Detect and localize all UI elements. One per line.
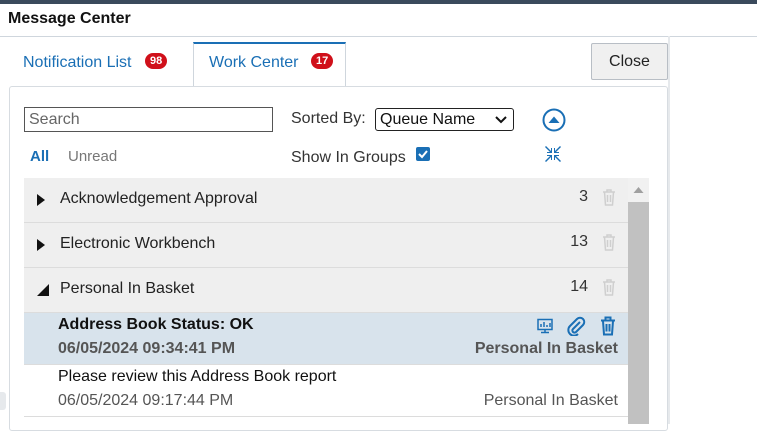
tab-notification-list[interactable]: Notification List 98 [10, 42, 193, 86]
tab-work-center[interactable]: Work Center 17 [193, 42, 346, 86]
scroll-up-circle-icon[interactable] [542, 108, 566, 132]
sort-select[interactable]: Queue Name [375, 108, 514, 131]
collapse-arrows-icon[interactable] [544, 145, 562, 163]
group-count: 3 [579, 188, 588, 205]
panel-edge [668, 36, 670, 424]
group-row[interactable]: Acknowledgement Approval 3 [24, 178, 628, 223]
group-name: Personal In Basket [60, 280, 195, 297]
tab-label: Notification List [23, 54, 132, 71]
title-bar: Message Center [0, 4, 757, 37]
chevron-down-icon [495, 113, 507, 131]
trash-icon[interactable] [602, 188, 616, 211]
side-handle[interactable] [0, 392, 6, 410]
close-button[interactable]: Close [591, 43, 668, 80]
message-list: Acknowledgement Approval 3 Electronic Wo… [24, 178, 628, 424]
group-row[interactable]: Personal In Basket 14 [24, 268, 628, 313]
trash-icon[interactable] [602, 278, 616, 301]
scrollbar-thumb[interactable] [628, 202, 649, 424]
search-input[interactable] [24, 107, 273, 132]
message-row[interactable]: Please review this Address Book report 0… [24, 365, 628, 417]
message-date: 06/05/2024 09:17:44 PM [58, 392, 234, 409]
sort-value: Queue Name [380, 111, 476, 128]
count-badge: 98 [145, 53, 168, 69]
show-in-groups-label: Show In Groups [291, 149, 406, 166]
expand-triangle-icon [36, 193, 46, 212]
vertical-scrollbar[interactable] [628, 178, 649, 424]
group-count: 14 [570, 278, 588, 295]
group-count: 13 [570, 233, 588, 250]
paperclip-icon[interactable] [566, 316, 586, 341]
group-name: Electronic Workbench [60, 235, 216, 252]
message-row[interactable]: Address Book Status: OK 06/05/2024 09:34… [24, 313, 628, 365]
monitor-icon[interactable] [536, 318, 554, 339]
collapse-triangle-icon [36, 283, 50, 302]
row-actions [532, 316, 618, 339]
message-subject: Address Book Status: OK [58, 316, 254, 333]
count-badge: 17 [311, 53, 334, 69]
window-title: Message Center [8, 10, 131, 27]
show-in-groups-checkbox[interactable] [416, 147, 430, 161]
message-subject: Please review this Address Book report [58, 368, 337, 385]
message-queue: Personal In Basket [483, 392, 618, 409]
scroll-up-arrow-icon[interactable] [628, 178, 649, 202]
expand-triangle-icon [36, 238, 46, 257]
tab-label: Work Center [209, 54, 299, 71]
message-date: 06/05/2024 09:34:41 PM [58, 340, 236, 357]
trash-icon[interactable] [602, 233, 616, 256]
filter-unread[interactable]: Unread [68, 148, 117, 165]
message-queue: Personal In Basket [474, 340, 618, 357]
group-name: Acknowledgement Approval [60, 190, 258, 207]
trash-icon[interactable] [600, 316, 616, 341]
group-row[interactable]: Electronic Workbench 13 [24, 223, 628, 268]
sorted-by-label: Sorted By: [291, 110, 366, 127]
filter-all[interactable]: All [30, 148, 49, 165]
